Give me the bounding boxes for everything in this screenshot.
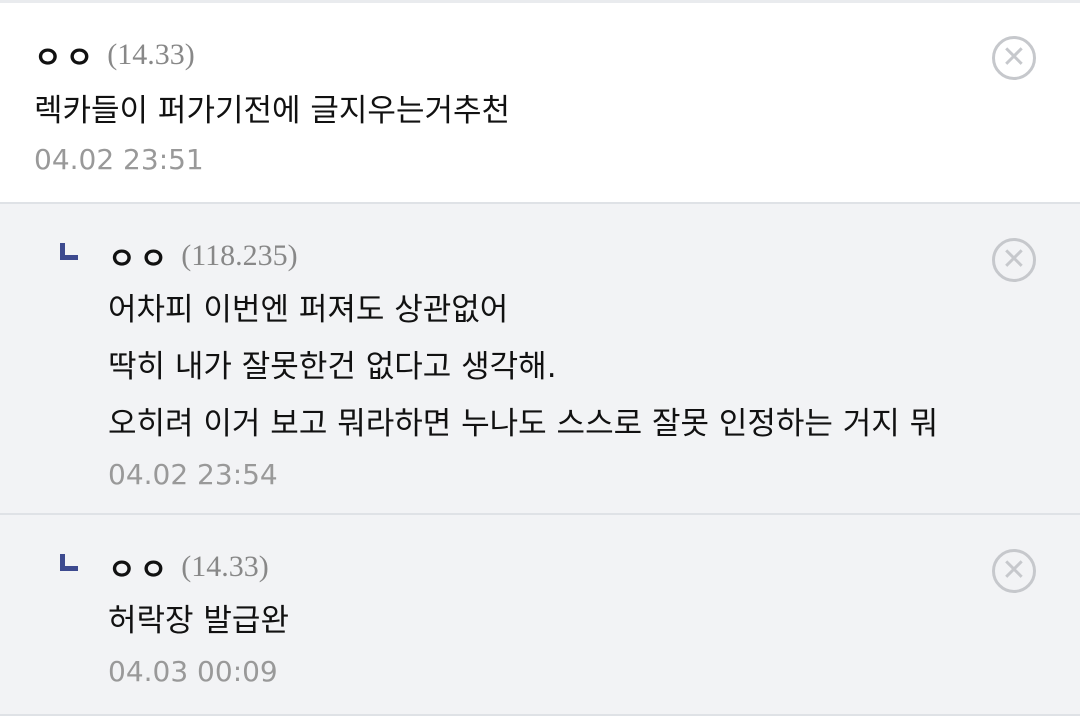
comment-date: 04.02 23:54 (108, 458, 278, 491)
comment-text: 어차피 이번엔 퍼져도 상관없어 딱히 내가 잘못한건 없다고 생각해. 오히려… (60, 282, 1080, 453)
comment-list: ㅇㅇ (14.33) 렉카들이 퍼가기전에 글지우는거추천 04.02 23:5… (0, 0, 1080, 716)
comment-line: 딱히 내가 잘못한건 없다고 생각해. (108, 349, 557, 385)
reply-item: ㅇㅇ (118.235) 어차피 이번엔 퍼져도 상관없어 딱히 내가 잘못한건… (0, 204, 1080, 515)
delete-button[interactable]: ✕ (992, 36, 1036, 80)
comment-line: 렉카들이 퍼가기전에 글지우는거추천 (34, 93, 511, 129)
comment-header: ㅇㅇ (14.33) (60, 549, 1080, 588)
comment-text: 렉카들이 퍼가기전에 글지우는거추천 (34, 83, 1080, 140)
comment-item: ㅇㅇ (14.33) 렉카들이 퍼가기전에 글지우는거추천 04.02 23:5… (0, 3, 1080, 204)
delete-button[interactable]: ✕ (992, 238, 1036, 282)
comment-line: 허락장 발급완 (108, 603, 289, 639)
circle-x-icon: ✕ (1001, 242, 1027, 277)
comment-date: 04.02 23:51 (34, 143, 204, 176)
comment-line: 어차피 이번엔 퍼져도 상관없어 (108, 292, 509, 328)
comment-nickname[interactable]: ㅇㅇ (108, 234, 171, 278)
comment-ip: (14.33) (107, 38, 195, 71)
reply-item: ㅇㅇ (14.33) 허락장 발급완 04.03 00:09 ✕ (0, 515, 1080, 716)
comment-header: ㅇㅇ (14.33) (34, 37, 1080, 76)
comment-ip: (14.33) (181, 550, 269, 583)
comment-nickname[interactable]: ㅇㅇ (34, 33, 97, 77)
reply-arrow-icon (60, 554, 78, 572)
comment-text: 허락장 발급완 (60, 593, 1080, 650)
comment-date: 04.03 00:09 (108, 655, 278, 688)
comment-ip: (118.235) (181, 239, 298, 272)
reply-arrow-icon (60, 243, 78, 261)
comment-line: 오히려 이거 보고 뭐라하면 누나도 스스로 잘못 인정하는 거지 뭐 (108, 406, 939, 442)
circle-x-icon: ✕ (1001, 40, 1027, 75)
delete-button[interactable]: ✕ (992, 549, 1036, 593)
comment-nickname[interactable]: ㅇㅇ (108, 545, 171, 589)
comment-header: ㅇㅇ (118.235) (60, 238, 1080, 277)
circle-x-icon: ✕ (1001, 553, 1027, 588)
